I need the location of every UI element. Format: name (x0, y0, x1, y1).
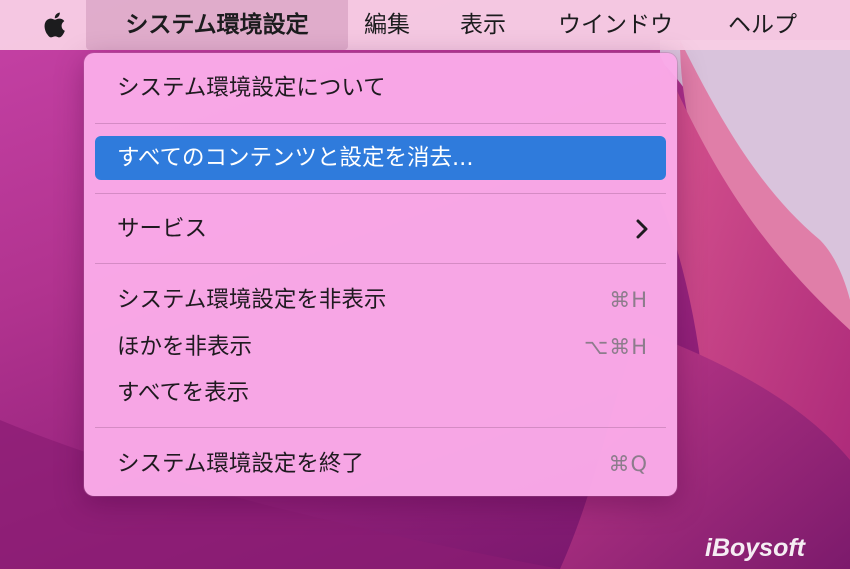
menu-item-show-all[interactable]: すべてを表示 (95, 371, 666, 415)
menu-item-label: システム環境設定を終了 (117, 451, 364, 477)
menu-item-label: すべてを表示 (117, 380, 250, 406)
menu-separator (95, 263, 666, 264)
menu-separator (95, 427, 666, 428)
menu-item-hide-others[interactable]: ほかを非表示 ⌥⌘H (95, 325, 666, 369)
chevron-right-icon (636, 219, 648, 239)
menu-item-quit[interactable]: システム環境設定を終了 ⌘Q (95, 442, 666, 486)
menu-window[interactable]: ウインドウ (546, 0, 685, 50)
shortcut-quit: ⌘Q (608, 452, 648, 476)
iboysoft-watermark-logo: iBoysoft (703, 532, 843, 562)
menu-item-services[interactable]: サービス (95, 207, 666, 251)
menu-separator (95, 193, 666, 194)
menu-item-label: ほかを非表示 (117, 334, 253, 360)
menu-bar: システム環境設定 編集 表示 ウインドウ ヘルプ (0, 0, 850, 50)
menu-item-label: すべてのコンテンツと設定を消去... (117, 145, 474, 171)
menu-separator (95, 123, 666, 124)
apple-logo-icon[interactable] (40, 9, 72, 41)
shortcut-hide-others: ⌥⌘H (584, 335, 648, 359)
menu-edit[interactable]: 編集 (352, 0, 422, 50)
menu-item-label: システム環境設定を非表示 (117, 287, 387, 313)
menu-help[interactable]: ヘルプ (716, 0, 809, 50)
menu-view[interactable]: 表示 (448, 0, 518, 50)
menu-item-label: サービス (117, 216, 208, 242)
menu-item-erase-all-content[interactable]: すべてのコンテンツと設定を消去... (95, 136, 666, 180)
menu-item-label: システム環境設定について (117, 75, 386, 101)
menu-item-about[interactable]: システム環境設定について (95, 66, 666, 110)
menu-system-preferences[interactable]: システム環境設定 (86, 0, 348, 50)
shortcut-hide-app: ⌘H (609, 288, 648, 312)
app-dropdown-menu: システム環境設定について すべてのコンテンツと設定を消去... サービス システ… (84, 53, 677, 496)
svg-text:iBoysoft: iBoysoft (705, 534, 807, 562)
menu-item-hide-app[interactable]: システム環境設定を非表示 ⌘H (95, 278, 666, 322)
